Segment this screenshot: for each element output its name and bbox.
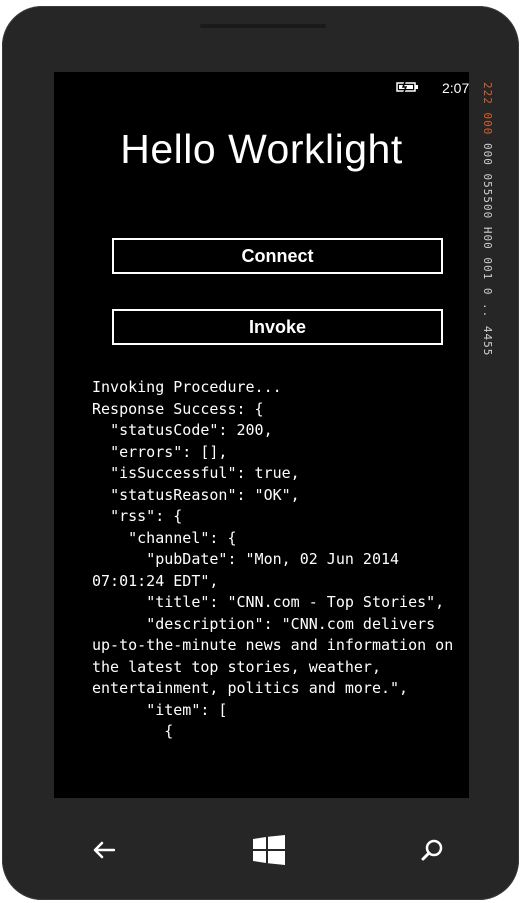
invoke-button[interactable]: Invoke [112,309,443,345]
phone-frame: 2:07 Hello Worklight Connect Invoke Invo… [2,6,519,900]
counter-normal-segment: 000 055500 H00 001 0 .. 4455 [481,142,494,357]
status-bar: 2:07 [54,72,469,100]
hardware-nav-bar [54,806,469,886]
phone-screen: 2:07 Hello Worklight Connect Invoke Invo… [54,72,469,798]
back-arrow-icon [93,841,115,859]
back-button[interactable] [84,830,124,870]
windows-start-icon [253,835,285,865]
status-time: 2:07 [442,80,469,96]
page-title: Hello Worklight [120,126,403,172]
start-button[interactable] [249,830,289,870]
search-icon [421,839,443,861]
search-button[interactable] [412,830,452,870]
speaker-grille [200,24,326,28]
counter-warn-segment: 222 000 [481,82,494,136]
connect-button[interactable]: Connect [112,238,443,274]
battery-charging-icon [396,81,418,93]
response-log: Invoking Procedure... Response Success: … [92,378,454,740]
frame-rate-counters: 222 000 000 055500 H00 001 0 .. 4455 [480,82,494,412]
